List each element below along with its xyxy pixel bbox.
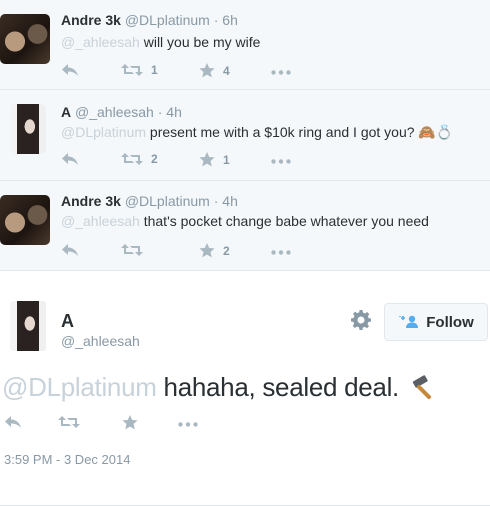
follow-button[interactable]: Follow <box>384 303 488 341</box>
favorite-button[interactable] <box>122 415 138 430</box>
more-dots-icon <box>271 250 291 255</box>
tweet-actions: 2 1 <box>61 152 301 172</box>
retweet-icon <box>58 416 80 428</box>
tweet-body: that's pocket change babe whatever you n… <box>143 213 429 229</box>
display-name[interactable]: Andre 3k <box>61 12 121 28</box>
more-dots-icon <box>271 159 291 164</box>
mention-link[interactable]: @_ahleesah <box>61 213 140 229</box>
avatar[interactable] <box>0 14 50 64</box>
tweet-2[interactable]: A @_ahleesah · 4h @DLplatinum present me… <box>0 90 490 181</box>
username[interactable]: @DLplatinum <box>125 193 210 209</box>
more-dots-icon <box>271 70 291 75</box>
display-name[interactable]: A <box>61 104 71 120</box>
expanded-tweet: A @_ahleesah Follow @DLplatinum hahaha, … <box>0 271 490 506</box>
tweet-header: Andre 3k @DLplatinum · 6h <box>61 12 238 28</box>
timestamp[interactable]: 6h <box>222 12 238 28</box>
tweet-1[interactable]: Andre 3k @DLplatinum · 6h @_ahleesah wil… <box>0 0 490 90</box>
gear-icon <box>351 310 371 330</box>
add-user-icon <box>399 315 419 328</box>
tweet-text: @DLplatinum present me with a $10k ring … <box>61 124 453 141</box>
tweet-actions <box>0 415 220 435</box>
tweet-body: hahaha, sealed deal. <box>163 372 400 402</box>
reply-icon <box>5 416 21 428</box>
more-button[interactable] <box>271 250 291 255</box>
tweet-3[interactable]: Andre 3k @DLplatinum · 4h @_ahleesah tha… <box>0 181 490 271</box>
reply-button[interactable] <box>61 63 79 77</box>
favorite-count: 4 <box>223 63 230 78</box>
retweet-button[interactable]: 1 <box>121 63 158 77</box>
reply-icon <box>62 64 78 76</box>
timestamp[interactable]: 4h <box>166 104 182 120</box>
retweet-icon <box>121 244 143 256</box>
favorite-count: 1 <box>223 152 230 167</box>
favorite-button[interactable]: 4 <box>199 63 230 78</box>
reply-button[interactable] <box>61 152 79 166</box>
tweet-text: @DLplatinum hahaha, sealed deal. <box>2 372 438 403</box>
mention-link[interactable]: @_ahleesah <box>61 34 140 50</box>
timestamp[interactable]: 4h <box>222 193 238 209</box>
separator: · <box>157 104 163 120</box>
favorite-star-icon <box>199 63 215 78</box>
mention-link[interactable]: @DLplatinum <box>2 372 157 402</box>
favorite-star-icon <box>122 415 138 430</box>
emoji: 🙈💍 <box>418 124 454 140</box>
retweet-count: 1 <box>151 63 158 77</box>
favorite-button[interactable]: 2 <box>199 243 230 258</box>
tweet-header: Andre 3k @DLplatinum · 4h <box>61 193 238 209</box>
more-button[interactable] <box>271 159 291 164</box>
favorite-button[interactable]: 1 <box>199 152 230 167</box>
more-button[interactable] <box>271 70 291 75</box>
reply-icon <box>62 153 78 165</box>
follow-label: Follow <box>426 313 474 331</box>
mention-link[interactable]: @DLplatinum <box>61 124 146 140</box>
tweet-text: @_ahleesah will you be my wife <box>61 34 260 50</box>
display-name[interactable]: Andre 3k <box>61 193 121 209</box>
tweet-actions: 1 4 <box>61 63 301 83</box>
more-dots-icon <box>178 422 198 427</box>
favorite-count: 2 <box>223 243 230 258</box>
favorite-star-icon <box>199 152 215 167</box>
tweet-timestamp[interactable]: 3:59 PM - 3 Dec 2014 <box>4 452 130 467</box>
avatar[interactable] <box>0 195 50 245</box>
favorite-star-icon <box>199 243 215 258</box>
separator: · <box>213 12 219 28</box>
retweet-count: 2 <box>151 152 158 166</box>
retweet-button[interactable] <box>121 243 151 257</box>
username[interactable]: @_ahleesah <box>75 104 154 120</box>
avatar[interactable] <box>10 104 46 154</box>
avatar[interactable] <box>10 301 46 351</box>
tweet-header: A @_ahleesah · 4h <box>61 104 182 120</box>
tweet-body: will you be my wife <box>143 34 261 50</box>
username[interactable]: @_ahleesah <box>61 333 140 349</box>
retweet-button[interactable] <box>58 415 80 429</box>
username[interactable]: @DLplatinum <box>125 12 210 28</box>
tweet-text: @_ahleesah that's pocket change babe wha… <box>61 213 429 229</box>
retweet-icon <box>121 64 143 76</box>
tweet-actions: 2 <box>61 243 301 263</box>
hammer-icon <box>412 375 432 400</box>
tweet-body: present me with a $10k ring and I got yo… <box>149 124 415 140</box>
reply-button[interactable] <box>4 415 22 429</box>
retweet-button[interactable]: 2 <box>121 152 158 166</box>
display-name[interactable]: A <box>61 311 74 332</box>
settings-button[interactable] <box>350 309 372 336</box>
separator: · <box>213 193 219 209</box>
retweet-icon <box>121 153 143 165</box>
reply-icon <box>62 244 78 256</box>
reply-button[interactable] <box>61 243 79 257</box>
more-button[interactable] <box>178 422 198 427</box>
